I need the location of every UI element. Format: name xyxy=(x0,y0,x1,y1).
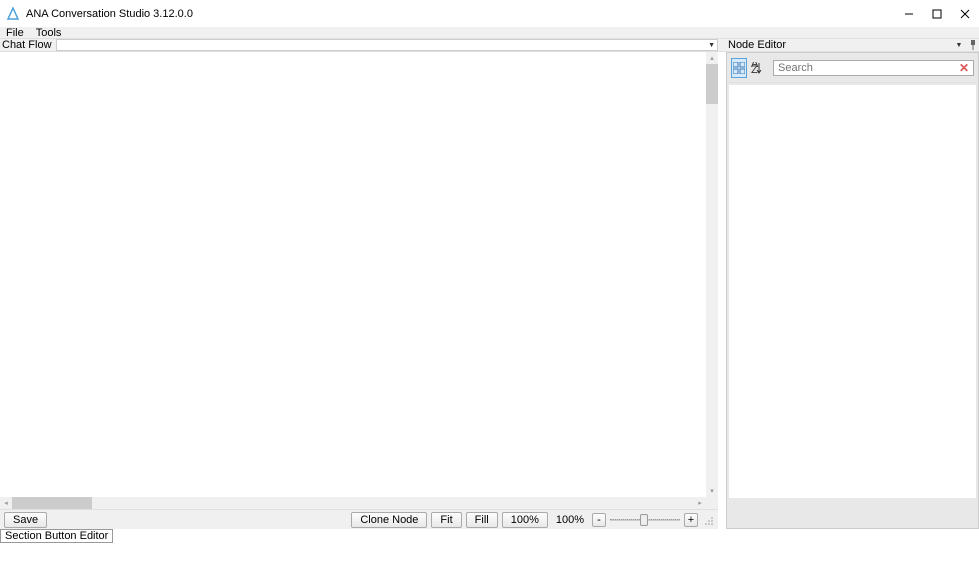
toolbar-row: Chat Flow ▼ Node Editor ▼ xyxy=(0,39,979,52)
horizontal-scrollbar[interactable]: ◂ ▸ xyxy=(0,497,718,509)
resize-grip-icon[interactable] xyxy=(702,514,714,526)
nodeeditor-panel: A Z ✕ xyxy=(726,52,979,529)
nodeeditor-body[interactable] xyxy=(729,85,976,498)
canvas-container: ▴ ▾ xyxy=(0,52,718,497)
window-controls xyxy=(895,3,979,25)
chatflow-combobox[interactable]: ▼ xyxy=(56,39,718,51)
app-icon xyxy=(6,7,20,21)
pin-icon xyxy=(969,40,977,50)
vscroll-track[interactable] xyxy=(706,64,718,485)
vscroll-thumb[interactable] xyxy=(706,64,718,104)
chevron-down-icon: ▼ xyxy=(956,42,963,49)
vertical-scrollbar[interactable]: ▴ ▾ xyxy=(706,52,718,497)
window-title: ANA Conversation Studio 3.12.0.0 xyxy=(26,8,895,20)
clone-node-button[interactable]: Clone Node xyxy=(351,512,427,528)
chatflow-label: Chat Flow xyxy=(2,39,54,51)
zoom-out-button[interactable]: - xyxy=(592,513,606,527)
zoom-100-button[interactable]: 100% xyxy=(502,512,548,528)
minimize-button[interactable] xyxy=(895,3,923,25)
sort-button[interactable]: A Z xyxy=(749,58,765,78)
nodeeditor-pin-button[interactable] xyxy=(967,39,979,51)
categorize-button[interactable] xyxy=(731,58,747,78)
zoom-slider[interactable] xyxy=(610,513,680,527)
nodeeditor-header: Node Editor ▼ xyxy=(726,39,979,51)
chatflow-panel: ▴ ▾ ◂ ▸ Save Clone Node Fit Fill 100% 10… xyxy=(0,52,718,529)
zoom-in-button[interactable]: + xyxy=(684,513,698,527)
scroll-corner xyxy=(706,497,718,509)
nodeeditor-label: Node Editor xyxy=(728,39,786,51)
nodeeditor-footer xyxy=(727,500,978,528)
categorize-icon xyxy=(733,62,745,74)
section-tab-label: Section Button Editor xyxy=(5,530,108,542)
section-button-editor-tab[interactable]: Section Button Editor xyxy=(0,529,113,543)
save-button[interactable]: Save xyxy=(4,512,47,528)
menubar: File Tools xyxy=(0,27,979,39)
maximize-button[interactable] xyxy=(923,3,951,25)
canvas-toolbar: Save Clone Node Fit Fill 100% 100% - + xyxy=(0,509,718,529)
search-input[interactable] xyxy=(778,62,959,74)
scroll-up-icon[interactable]: ▴ xyxy=(706,52,718,64)
chatflow-canvas[interactable] xyxy=(0,52,706,497)
nodeeditor-toolbar: A Z ✕ xyxy=(727,53,978,83)
scroll-left-icon[interactable]: ◂ xyxy=(0,497,12,509)
nodeeditor-search[interactable]: ✕ xyxy=(773,60,974,76)
main-area: ▴ ▾ ◂ ▸ Save Clone Node Fit Fill 100% 10… xyxy=(0,52,979,529)
fit-button[interactable]: Fit xyxy=(431,512,461,528)
hscroll-track[interactable] xyxy=(12,497,694,509)
close-button[interactable] xyxy=(951,3,979,25)
nodeeditor-dropdown-button[interactable]: ▼ xyxy=(953,39,965,51)
menu-tools[interactable]: Tools xyxy=(34,26,64,40)
sort-icon: A Z xyxy=(751,62,763,74)
chevron-down-icon: ▼ xyxy=(708,42,715,49)
slider-thumb[interactable] xyxy=(640,514,648,526)
svg-text:Z: Z xyxy=(751,64,758,74)
scroll-down-icon[interactable]: ▾ xyxy=(706,485,718,497)
hscroll-thumb[interactable] xyxy=(12,497,92,509)
menu-file[interactable]: File xyxy=(4,26,26,40)
clear-search-button[interactable]: ✕ xyxy=(959,61,969,75)
fill-button[interactable]: Fill xyxy=(466,512,498,528)
chatflow-header: Chat Flow ▼ xyxy=(0,39,718,51)
titlebar: ANA Conversation Studio 3.12.0.0 xyxy=(0,0,979,27)
scroll-right-icon[interactable]: ▸ xyxy=(694,497,706,509)
zoom-current-label: 100% xyxy=(552,514,588,526)
